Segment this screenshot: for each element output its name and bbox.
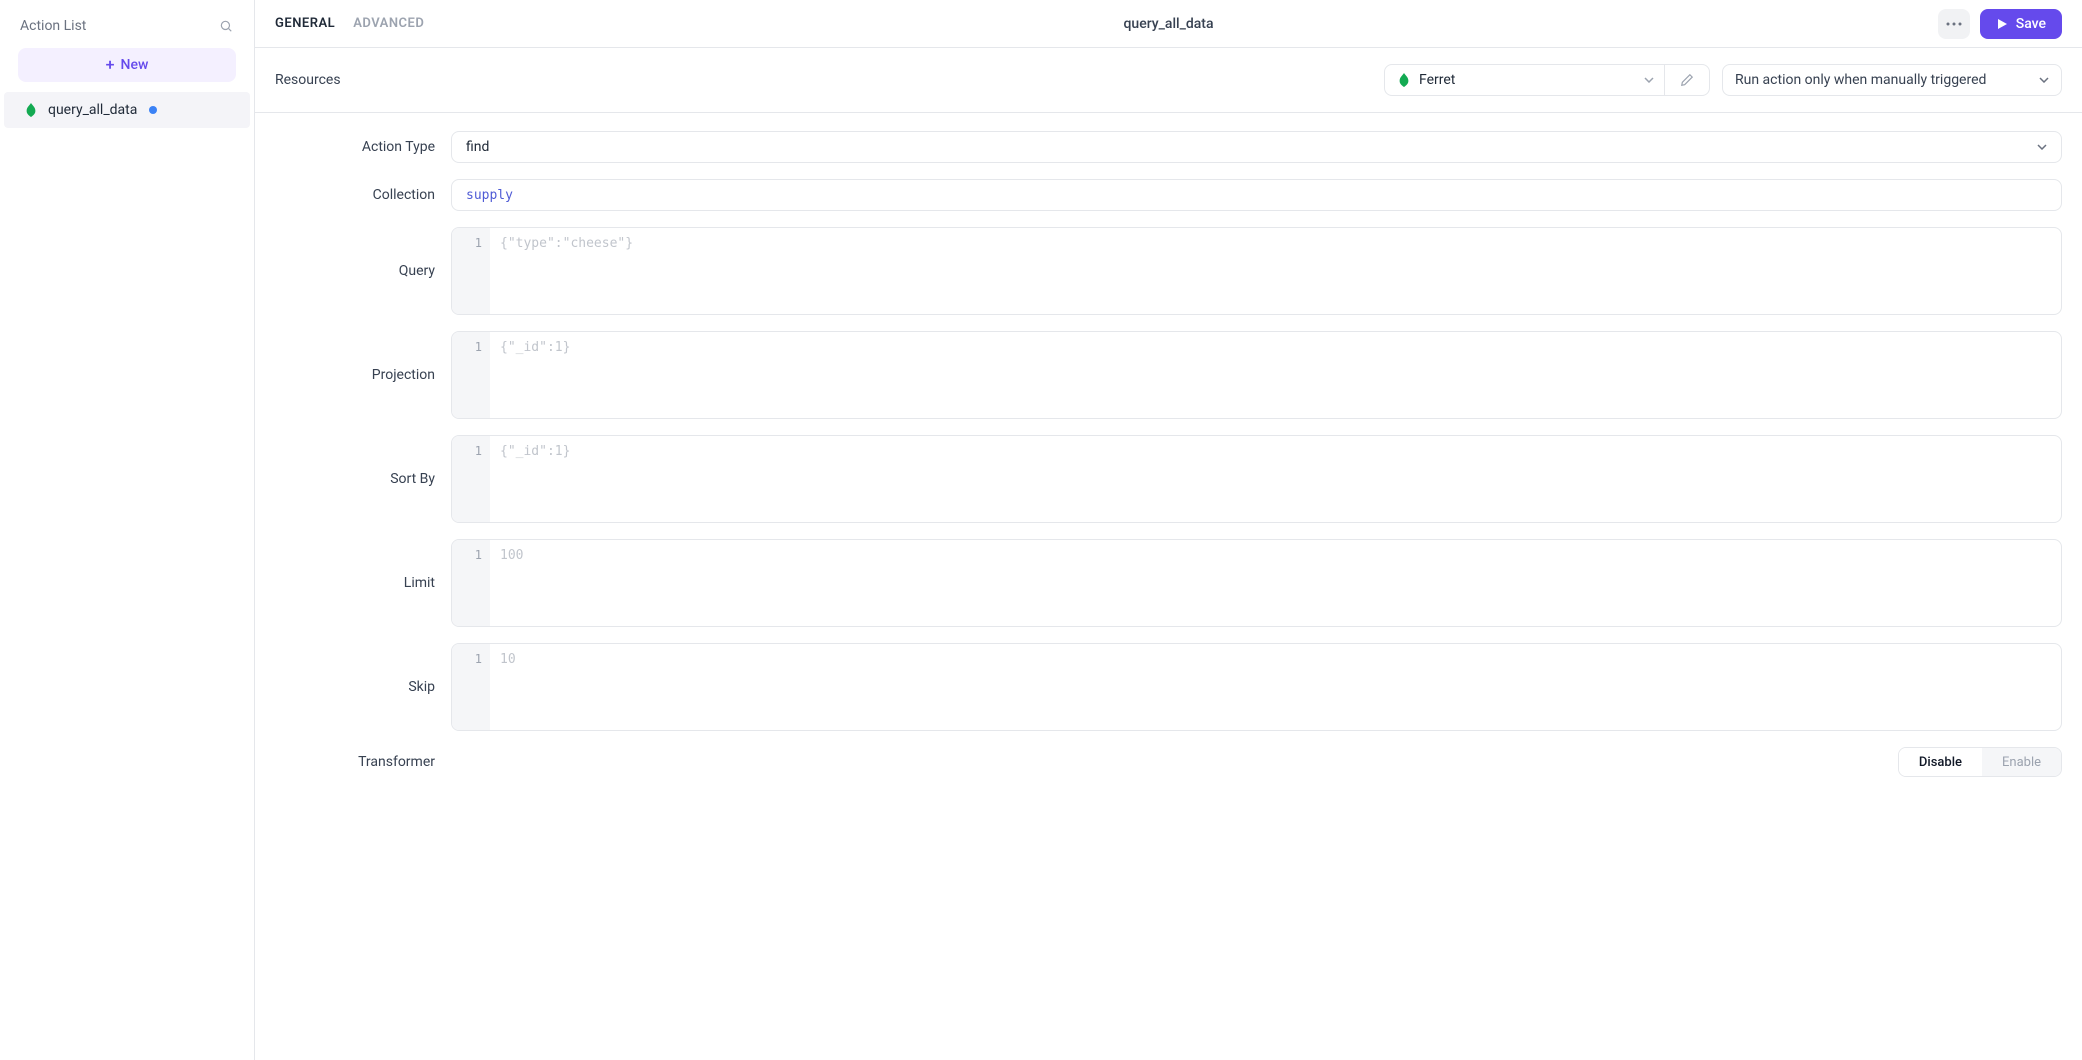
ellipsis-icon (1946, 22, 1962, 26)
label-transformer: Transformer (275, 754, 435, 770)
limit-placeholder: 100 (490, 540, 2061, 626)
search-icon[interactable] (216, 16, 236, 36)
sidebar: Action List + New query_all_data (0, 0, 255, 1060)
sidebar-title: Action List (20, 18, 86, 34)
page-title: query_all_data (1123, 16, 1213, 32)
new-action-button[interactable]: + New (18, 48, 236, 82)
tab-advanced[interactable]: ADVANCED (353, 10, 424, 37)
limit-editor[interactable]: 1 100 (451, 539, 2062, 627)
trigger-select[interactable]: Run action only when manually triggered (1722, 64, 2062, 96)
action-list-item[interactable]: query_all_data (4, 92, 250, 128)
action-type-select[interactable]: find (451, 131, 2062, 163)
label-query: Query (275, 263, 435, 279)
gutter: 1 (452, 228, 490, 314)
new-button-label: New (121, 57, 149, 73)
mongodb-icon (1397, 73, 1411, 87)
pencil-icon (1680, 73, 1694, 87)
label-projection: Projection (275, 367, 435, 383)
action-item-name: query_all_data (48, 102, 137, 118)
play-icon (1996, 18, 2008, 30)
label-limit: Limit (275, 575, 435, 591)
modified-indicator-icon (149, 106, 157, 114)
collection-value: supply (466, 188, 513, 203)
gutter: 1 (452, 644, 490, 730)
label-skip: Skip (275, 679, 435, 695)
topbar: GENERAL ADVANCED query_all_data Save (255, 0, 2082, 48)
query-placeholder: {"type":"cheese"} (490, 228, 2061, 314)
trigger-select-value: Run action only when manually triggered (1735, 72, 1986, 88)
resources-row: Resources Ferret Run action only when (255, 48, 2082, 113)
row-sort-by: Sort By 1 {"_id":1} (275, 435, 2062, 523)
skip-placeholder: 10 (490, 644, 2061, 730)
resource-select[interactable]: Ferret (1385, 65, 1665, 95)
row-action-type: Action Type find (275, 131, 2062, 163)
label-collection: Collection (275, 187, 435, 203)
sidebar-header: Action List (0, 0, 254, 48)
gutter: 1 (452, 540, 490, 626)
main-panel: GENERAL ADVANCED query_all_data Save Res… (255, 0, 2082, 1060)
skip-editor[interactable]: 1 10 (451, 643, 2062, 731)
tab-general[interactable]: GENERAL (275, 10, 335, 37)
transformer-disable-button[interactable]: Disable (1899, 748, 1982, 776)
chevron-down-icon (2039, 77, 2049, 83)
chevron-down-icon (2037, 144, 2047, 150)
edit-resource-button[interactable] (1665, 65, 1709, 95)
more-button[interactable] (1938, 9, 1970, 39)
label-sort-by: Sort By (275, 471, 435, 487)
row-limit: Limit 1 100 (275, 539, 2062, 627)
plus-icon: + (106, 57, 115, 73)
mongodb-icon (24, 103, 38, 117)
projection-placeholder: {"_id":1} (490, 332, 2061, 418)
row-projection: Projection 1 {"_id":1} (275, 331, 2062, 419)
sort-by-editor[interactable]: 1 {"_id":1} (451, 435, 2062, 523)
resource-segment: Ferret (1384, 64, 1710, 96)
row-transformer: Transformer Disable Enable (275, 747, 2062, 777)
row-collection: Collection supply (275, 179, 2062, 211)
chevron-down-icon (1644, 77, 1654, 83)
collection-input[interactable]: supply (451, 179, 2062, 211)
transformer-enable-button[interactable]: Enable (1982, 748, 2061, 776)
query-editor[interactable]: 1 {"type":"cheese"} (451, 227, 2062, 315)
save-button-label: Save (2016, 16, 2046, 32)
gutter: 1 (452, 332, 490, 418)
action-type-value: find (466, 139, 489, 155)
gutter: 1 (452, 436, 490, 522)
label-action-type: Action Type (275, 139, 435, 155)
resource-select-value: Ferret (1419, 72, 1455, 88)
projection-editor[interactable]: 1 {"_id":1} (451, 331, 2062, 419)
sort-by-placeholder: {"_id":1} (490, 436, 2061, 522)
transformer-toggle: Disable Enable (1898, 747, 2062, 777)
save-button[interactable]: Save (1980, 9, 2062, 39)
row-query: Query 1 {"type":"cheese"} (275, 227, 2062, 315)
row-skip: Skip 1 10 (275, 643, 2062, 731)
tabs: GENERAL ADVANCED (275, 10, 424, 37)
top-actions: Save (1938, 9, 2062, 39)
resources-label: Resources (275, 72, 341, 88)
form: Action Type find Collection supply Query… (255, 113, 2082, 795)
